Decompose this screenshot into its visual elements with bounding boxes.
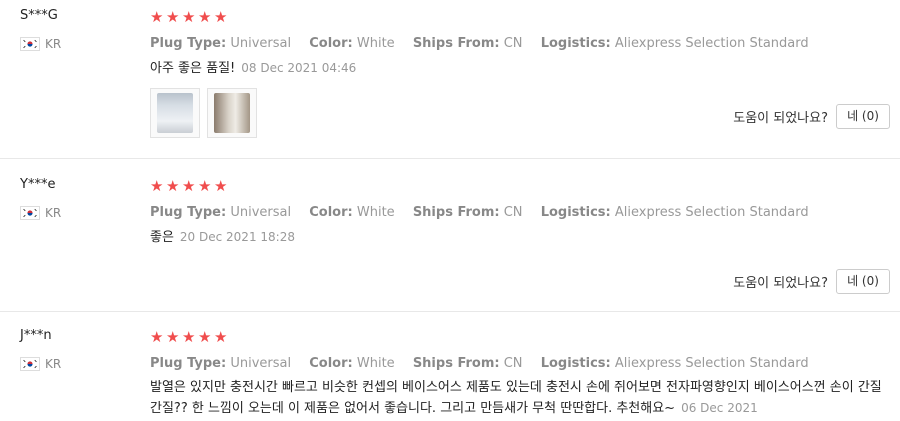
ships-from-value: CN [503,356,523,371]
country-code: KR [45,206,62,220]
star-icon: ★ [166,8,180,26]
ships-from-label: Ships From: [412,356,500,371]
star-icon: ★ [214,328,228,346]
reviewer-info: J***n KR [20,328,140,372]
rating-stars: ★ ★ ★ ★ ★ [150,328,890,346]
reviewer-country: KR [20,36,140,52]
review-list: S***G KR ★ ★ ★ ★ ★ Plug Type: Universal Colo… [0,0,900,419]
review-photo-thumbnail[interactable] [150,88,200,138]
reviewer-name: J***n [20,328,52,343]
plug-type-label: Plug Type: [150,36,227,51]
review-text-line: 좋은 20 Dec 2021 18:28 [150,227,890,248]
reviewer-info: Y***e KR [20,177,140,221]
reviewer-info: S***G KR [20,8,140,52]
helpful-section: 도움이 되었나요? 네 (0) [733,269,890,294]
ships-from-value: CN [503,205,523,220]
reviewer-name: S***G [20,8,58,23]
color-label: Color: [309,356,353,371]
plug-type-value: Universal [230,356,292,371]
review-body: ★ ★ ★ ★ ★ Plug Type: Universal Color: White … [150,177,890,294]
korea-flag-icon [20,37,40,51]
logistics-label: Logistics: [540,36,611,51]
review-item: Y***e KR ★ ★ ★ ★ ★ Plug Type: Universal Colo… [0,159,900,312]
star-icon: ★ [182,177,196,195]
review-text-line: 발열은 있지만 충전시간 빠르고 비슷한 컨셉의 베이스어스 제품도 있는데 충… [150,378,885,419]
star-icon: ★ [150,328,164,346]
review-text: 아주 좋은 품질! [150,61,236,76]
review-item: S***G KR ★ ★ ★ ★ ★ Plug Type: Universal Colo… [0,0,900,159]
review-date: 06 Dec 2021 [681,401,758,415]
star-icon: ★ [182,8,196,26]
logistics-label: Logistics: [540,356,611,371]
star-icon: ★ [198,328,212,346]
logistics-value: Aliexpress Selection Standard [614,36,809,51]
color-value: White [356,356,395,371]
plug-type-label: Plug Type: [150,356,227,371]
star-icon: ★ [198,177,212,195]
star-icon: ★ [166,328,180,346]
helpful-yes-button[interactable]: 네 (0) [836,269,890,294]
helpful-section: 도움이 되었나요? 네 (0) [733,104,890,129]
korea-flag-icon [20,206,40,220]
helpful-question: 도움이 되었나요? [733,111,828,126]
country-code: KR [45,357,62,371]
star-icon: ★ [214,177,228,195]
product-attributes: Plug Type: Universal Color: White Ships … [150,35,890,53]
review-item: J***n KR ★ ★ ★ ★ ★ Plug Type: Universal Colo… [0,312,900,421]
star-icon: ★ [150,8,164,26]
review-text: 좋은 [150,230,174,245]
plug-type-label: Plug Type: [150,205,227,220]
ships-from-value: CN [503,36,523,51]
rating-stars: ★ ★ ★ ★ ★ [150,177,890,195]
reviewer-country: KR [20,205,140,221]
logistics-value: Aliexpress Selection Standard [614,205,809,220]
review-date: 08 Dec 2021 04:46 [241,61,357,75]
helpful-question: 도움이 되었나요? [733,276,828,291]
color-label: Color: [309,36,353,51]
review-photo-thumbnail[interactable] [207,88,257,138]
color-label: Color: [309,205,353,220]
star-icon: ★ [182,328,196,346]
star-icon: ★ [150,177,164,195]
product-photo [157,93,193,133]
review-body: ★ ★ ★ ★ ★ Plug Type: Universal Color: White … [150,328,890,419]
plug-type-value: Universal [230,36,292,51]
helpful-yes-button[interactable]: 네 (0) [836,104,890,129]
country-code: KR [45,37,62,51]
reviewer-name: Y***e [20,177,56,192]
ships-from-label: Ships From: [412,205,500,220]
color-value: White [356,36,395,51]
rating-stars: ★ ★ ★ ★ ★ [150,8,890,26]
review-date: 20 Dec 2021 18:28 [179,230,295,244]
korea-flag-icon [20,357,40,371]
star-icon: ★ [198,8,212,26]
logistics-value: Aliexpress Selection Standard [614,356,809,371]
plug-type-value: Universal [230,205,292,220]
product-attributes: Plug Type: Universal Color: White Ships … [150,355,890,373]
star-icon: ★ [166,177,180,195]
color-value: White [356,205,395,220]
product-attributes: Plug Type: Universal Color: White Ships … [150,204,890,222]
star-icon: ★ [214,8,228,26]
review-text-line: 아주 좋은 품질! 08 Dec 2021 04:46 [150,58,890,79]
logistics-label: Logistics: [540,205,611,220]
review-text: 발열은 있지만 충전시간 빠르고 비슷한 컨셉의 베이스어스 제품도 있는데 충… [150,380,882,416]
ships-from-label: Ships From: [412,36,500,51]
review-body: ★ ★ ★ ★ ★ Plug Type: Universal Color: White … [150,8,890,138]
reviewer-country: KR [20,356,140,372]
product-photo [214,93,250,133]
